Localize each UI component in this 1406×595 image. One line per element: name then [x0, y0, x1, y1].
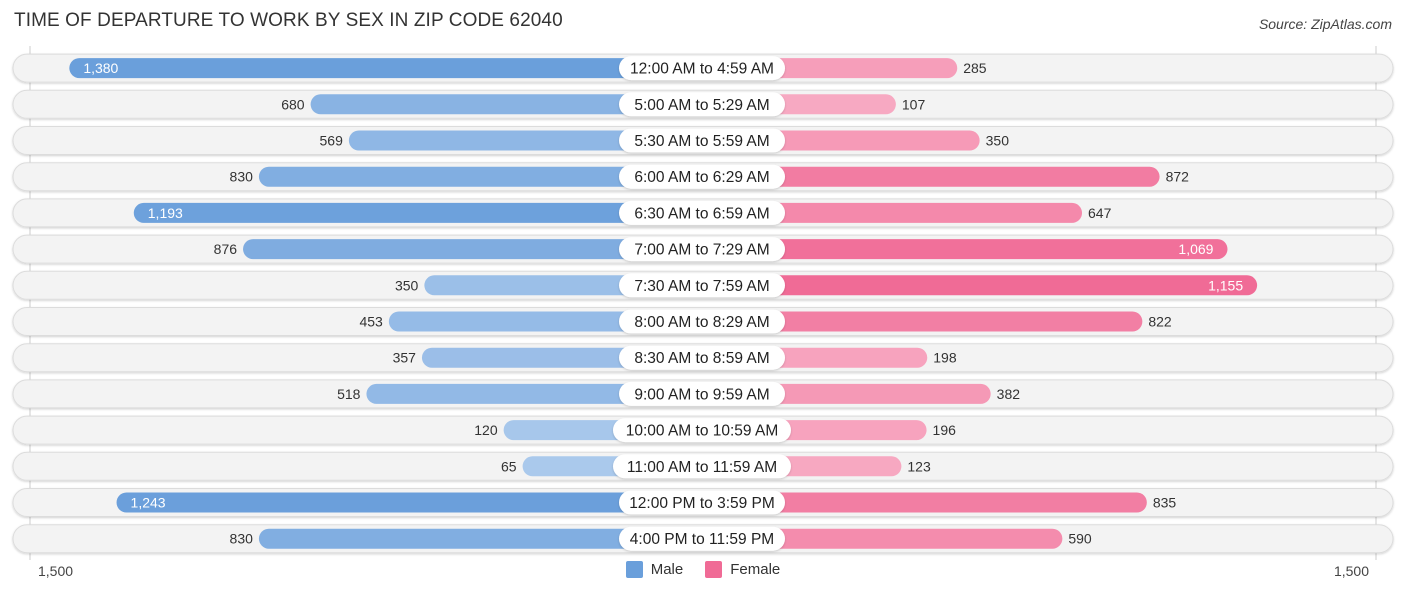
chart-row: 120 196 10:00 AM to 10:59 AM	[12, 415, 1394, 445]
bar-male[interactable]	[69, 58, 702, 79]
value-label-female: 196	[933, 422, 957, 438]
value-label-female: 350	[986, 133, 1010, 149]
category-label: 7:30 AM to 7:59 AM	[634, 278, 769, 295]
value-label-male: 350	[395, 277, 419, 293]
value-label-male: 357	[393, 350, 417, 366]
chart-row: 876 1,069 7:00 AM to 7:29 AM	[12, 234, 1394, 264]
value-label-female: 1,155	[1208, 277, 1243, 293]
category-label: 11:00 AM to 11:59 AM	[627, 459, 777, 476]
value-label-male: 1,193	[148, 205, 183, 221]
legend-swatch-female	[705, 561, 723, 578]
value-label-female: 382	[997, 386, 1021, 402]
chart-row: 680 107 5:00 AM to 5:29 AM	[12, 89, 1394, 119]
chart-row: 518 382 9:00 AM to 9:59 AM	[12, 379, 1394, 409]
value-label-female: 835	[1153, 495, 1177, 511]
value-label-male: 518	[337, 386, 361, 402]
legend-swatch-male	[625, 561, 643, 578]
bar-male[interactable]	[133, 202, 703, 223]
value-label-female: 198	[933, 350, 957, 366]
value-label-male: 1,243	[131, 495, 166, 511]
category-label: 10:00 AM to 10:59 AM	[626, 423, 779, 440]
value-label-male: 120	[474, 422, 498, 438]
category-label: 6:00 AM to 6:29 AM	[634, 169, 769, 186]
category-label: 8:30 AM to 8:59 AM	[634, 350, 769, 367]
bar-male[interactable]	[116, 492, 702, 513]
value-label-female: 872	[1166, 169, 1190, 185]
chart-row: 1,193 647 6:30 AM to 6:59 AM	[12, 198, 1394, 228]
bar-female[interactable]	[702, 275, 1258, 296]
value-label-male: 65	[501, 458, 517, 474]
category-label: 8:00 AM to 8:29 AM	[634, 314, 769, 331]
legend-label-female: Female	[730, 561, 781, 578]
value-label-male: 830	[230, 169, 254, 185]
value-label-male: 569	[320, 133, 344, 149]
category-label: 4:00 PM to 11:59 PM	[630, 531, 774, 548]
value-label-female: 107	[902, 96, 926, 112]
chart-row: 1,380 285 12:00 AM to 4:59 AM	[12, 53, 1394, 83]
legend-item-male[interactable]: Male	[625, 561, 684, 578]
value-label-female: 1,069	[1178, 241, 1213, 257]
category-label: 5:00 AM to 5:29 AM	[634, 97, 769, 114]
category-label: 9:00 AM to 9:59 AM	[634, 386, 769, 403]
chart-row: 357 198 8:30 AM to 8:59 AM	[12, 343, 1394, 373]
chart-row: 830 872 6:00 AM to 6:29 AM	[12, 162, 1394, 192]
value-label-male: 680	[281, 96, 305, 112]
chart-row: 65 123 11:00 AM to 11:59 AM	[12, 451, 1394, 481]
legend-item-female[interactable]: Female	[705, 561, 780, 578]
legend-label-male: Male	[650, 561, 684, 578]
category-label: 6:30 AM to 6:59 AM	[634, 205, 769, 222]
chart-row: 830 590 4:00 PM to 11:59 PM	[12, 524, 1394, 554]
chart-row: 569 350 5:30 AM to 5:59 AM	[12, 126, 1394, 155]
value-label-male: 1,380	[83, 60, 118, 76]
category-label: 12:00 PM to 3:59 PM	[629, 495, 775, 512]
category-label: 5:30 AM to 5:59 AM	[634, 133, 769, 150]
chart-row: 1,243 835 12:00 PM to 3:59 PM	[12, 488, 1394, 517]
value-label-male: 830	[230, 531, 254, 547]
value-label-male: 453	[359, 314, 383, 330]
chart-area: 1,380 285 12:00 AM to 4:59 AM 680 107 5:00 AM…	[12, 46, 1394, 560]
chart-row: 350 1,155 7:30 AM to 7:59 AM	[12, 270, 1394, 300]
value-label-male: 876	[214, 241, 238, 257]
value-label-female: 590	[1068, 531, 1092, 547]
value-label-female: 285	[963, 60, 987, 76]
value-label-female: 123	[907, 458, 931, 474]
chart-row: 453 822 8:00 AM to 8:29 AM	[12, 307, 1394, 336]
legend: Male Female	[0, 561, 1406, 578]
value-label-female: 647	[1088, 205, 1112, 221]
value-label-female: 822	[1148, 314, 1172, 330]
category-label: 7:00 AM to 7:29 AM	[634, 242, 769, 259]
category-label: 12:00 AM to 4:59 AM	[630, 61, 774, 78]
